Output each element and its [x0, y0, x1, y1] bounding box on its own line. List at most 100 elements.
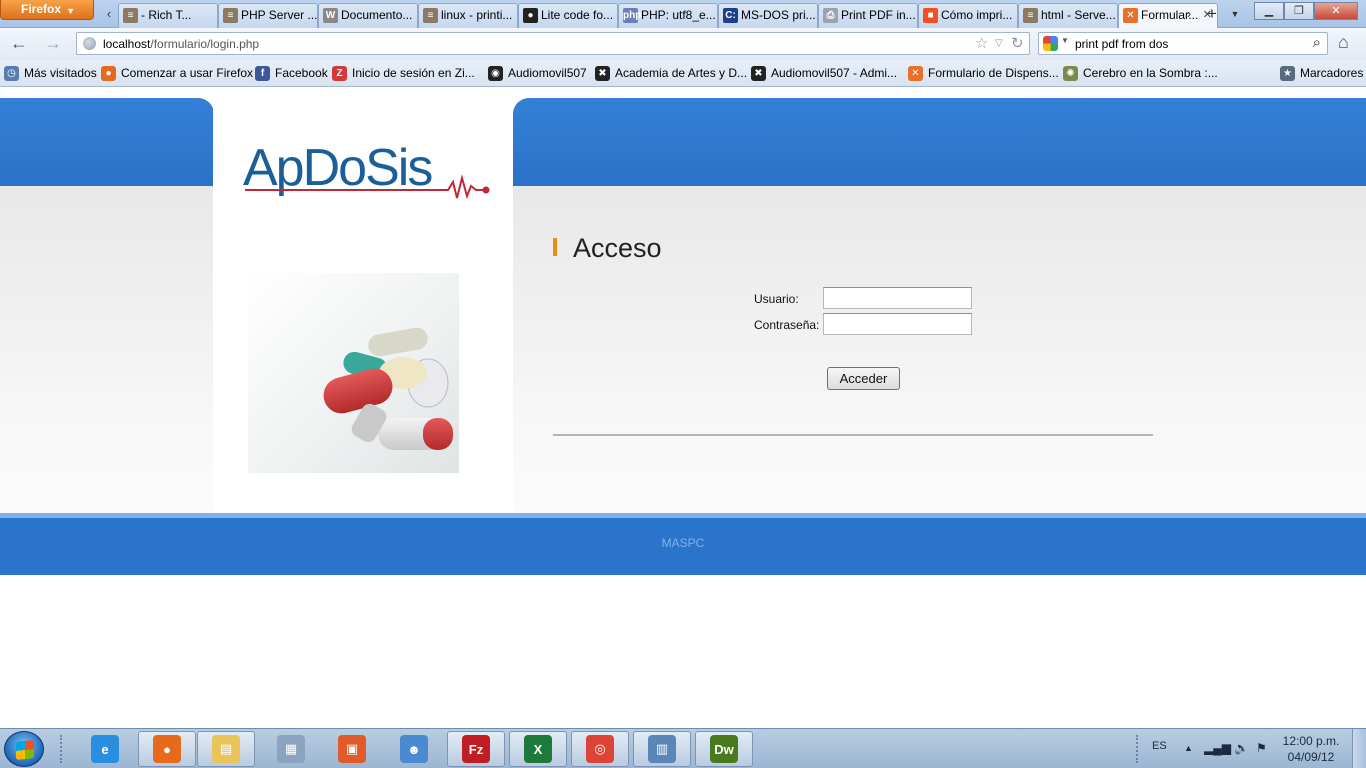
firefox-menu-label: Firefox	[21, 2, 62, 16]
taskbar-button[interactable]: Dw	[695, 731, 753, 767]
browser-tab[interactable]: C: MS-DOS pri...	[718, 3, 818, 28]
taskbar-button[interactable]: ▦	[262, 731, 320, 767]
tab-list: ≡ - Rich T... ≡ PHP Server ... W Documento...…	[118, 3, 1218, 28]
stackoverflow-icon: ≡	[423, 8, 438, 23]
google-icon[interactable]	[1043, 36, 1058, 51]
browser-tab[interactable]: ≡ - Rich T...	[118, 3, 218, 28]
address-bar[interactable]: localhost/formulario/login.php ☆ ▽ ↻	[76, 32, 1030, 55]
joomla-icon: ✖	[595, 66, 610, 81]
file-explorer-icon: ▤	[212, 735, 240, 763]
history-dropdown-icon[interactable]: ▽	[995, 38, 1003, 49]
taskbar-button[interactable]: Fz	[447, 731, 505, 767]
show-desktop-button[interactable]	[1352, 729, 1366, 768]
search-input[interactable]: print pdf from dos	[1075, 36, 1168, 52]
taskbar-button[interactable]: ▥	[633, 731, 691, 767]
tab-label: - Rich T...	[141, 8, 192, 22]
bookmark-item[interactable]: f Facebook	[255, 65, 328, 82]
password-label: Contraseña:	[754, 318, 820, 332]
tab-scroll-left-icon[interactable]: ‹	[100, 4, 118, 24]
action-center-flag-icon[interactable]: ⚑	[1256, 741, 1267, 755]
acceder-button[interactable]: Acceder	[827, 367, 900, 390]
browser-tab[interactable]: ≡ linux - printi...	[418, 3, 518, 28]
xampp-icon: ✕	[1123, 8, 1138, 23]
taskbar-button[interactable]: ☻	[385, 731, 443, 767]
github-icon: ●	[523, 8, 538, 23]
bookmark-item[interactable]: ✺ Cerebro en la Sombra :...	[1063, 65, 1218, 82]
browser-tab[interactable]: ■ Cómo impri...	[918, 3, 1018, 28]
tab-label: Cómo impri...	[941, 8, 1013, 22]
back-icon[interactable]: ←	[8, 34, 30, 54]
tab-label: MS-DOS pri...	[741, 8, 816, 22]
bookmark-item[interactable]: ◉ Audiomovil507	[488, 65, 587, 82]
search-bar[interactable]: ▼ print pdf from dos ⌕	[1038, 32, 1328, 55]
bookmark-item[interactable]: ◷ Más visitados	[4, 65, 97, 82]
tab-label: PHP: utf8_e...	[641, 8, 716, 22]
tab-label: html - Serve...	[1041, 8, 1116, 22]
taskbar-button[interactable]: ▤	[197, 731, 255, 767]
tray-grip[interactable]	[1136, 735, 1140, 763]
clock[interactable]: 12:00 p.m. 04/09/12	[1279, 733, 1343, 765]
password-input[interactable]	[823, 313, 972, 335]
restore-icon[interactable]: ❐	[1284, 2, 1314, 20]
page-title: Acceso	[553, 231, 662, 265]
volume-icon[interactable]: 🔈	[1234, 741, 1249, 755]
taskbar: e ● ▤ ▦ ▣ ☻ Fz X ◎ ▥ Dw ES ▲ ▂▄▆ 🔈 ⚑ 12:00 p.m. 04…	[0, 728, 1366, 768]
home-icon[interactable]: ⌂	[1338, 32, 1349, 53]
tab-scroll-right-icon[interactable]: ›	[1180, 4, 1198, 24]
taskbar-button[interactable]: X	[509, 731, 567, 767]
excel-icon: X	[524, 735, 552, 763]
bookmark-item[interactable]: ✕ Formulario de Dispens...	[908, 65, 1059, 82]
stackoverflow-icon: ≡	[123, 8, 138, 23]
window-controls: ▁ ❐ ✕	[1254, 2, 1358, 20]
bookmark-star-icon[interactable]: ☆	[975, 34, 988, 52]
browser-tab[interactable]: php PHP: utf8_e...	[618, 3, 718, 28]
apdosis-logo: ApDoSis	[243, 138, 493, 203]
tab-label: linux - printi...	[441, 8, 513, 22]
new-tab-icon[interactable]: +	[1203, 4, 1221, 24]
forward-icon[interactable]: →	[42, 34, 64, 54]
windows-logo-icon	[16, 740, 34, 760]
search-engine-dropdown-icon[interactable]: ▼	[1061, 36, 1069, 45]
taskbar-button[interactable]: ◎	[571, 731, 629, 767]
control-panel-icon: ▥	[648, 735, 676, 763]
cerebro-icon: ✺	[1063, 66, 1078, 81]
site-identity-icon[interactable]	[83, 37, 96, 50]
bookmark-item[interactable]: Z Inicio de sesión en Zi...	[332, 65, 475, 82]
firefox-menu-button[interactable]: Firefox ▼	[0, 0, 94, 20]
usuario-input[interactable]	[823, 287, 972, 309]
taskbar-button[interactable]: e	[76, 731, 134, 767]
web-page: ApDoSis Acceso Usuario: Contraseña: Acce…	[0, 88, 1366, 728]
network-icon[interactable]: ▂▄▆	[1204, 741, 1231, 755]
logo-column: ApDoSis	[213, 98, 513, 513]
zimbra-icon: Z	[332, 66, 347, 81]
show-hidden-icons-icon[interactable]: ▲	[1184, 743, 1193, 753]
bookmark-item[interactable]: ✖ Academia de Artes y D...	[595, 65, 747, 82]
star-icon: ★	[1280, 66, 1295, 81]
bookmark-label: Inicio de sesión en Zi...	[352, 66, 475, 80]
browser-tab[interactable]: ≡ html - Serve...	[1018, 3, 1118, 28]
tab-list-dropdown-icon[interactable]: ▼	[1226, 4, 1244, 24]
bookmarks-toolbar: ★ Marcadores ◷ Más visitados ● Comenzar a u…	[0, 60, 1366, 87]
search-icon[interactable]: ⌕	[1313, 34, 1321, 51]
browser-tab[interactable]: ● Lite code fo...	[518, 3, 618, 28]
reload-icon[interactable]: ↻	[1011, 34, 1024, 52]
minimize-icon[interactable]: ▁	[1254, 2, 1284, 20]
browser-tab[interactable]: W Documento...	[318, 3, 418, 28]
bookmark-item[interactable]: ● Comenzar a usar Firefox	[101, 65, 253, 82]
form-divider	[553, 434, 1153, 436]
browser-tab[interactable]: ⎙ Print PDF in...	[818, 3, 918, 28]
taskbar-button[interactable]: ●	[138, 731, 196, 767]
start-button[interactable]	[4, 731, 44, 767]
bookmarks-menu-button[interactable]: ★ Marcadores	[1280, 65, 1363, 82]
close-window-icon[interactable]: ✕	[1314, 2, 1358, 20]
taskbar-grip[interactable]	[60, 735, 64, 763]
header-band-right	[513, 98, 1366, 186]
title-accent-bar	[553, 238, 557, 256]
audiomovil-icon: ◉	[488, 66, 503, 81]
browser-tab[interactable]: ≡ PHP Server ...	[218, 3, 318, 28]
address-text[interactable]: localhost/formulario/login.php	[103, 36, 259, 52]
internet-explorer-icon: e	[91, 735, 119, 763]
bookmark-item[interactable]: ✖ Audiomovil507 - Admi...	[751, 65, 897, 82]
taskbar-button[interactable]: ▣	[323, 731, 381, 767]
language-indicator[interactable]: ES	[1152, 740, 1167, 752]
